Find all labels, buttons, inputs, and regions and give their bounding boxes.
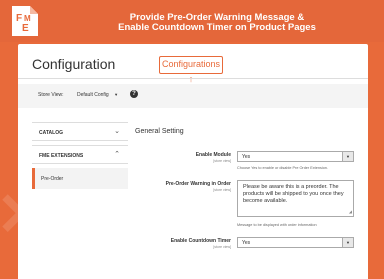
page-title: Configuration	[32, 56, 116, 72]
resize-handle-icon[interactable]: ◢	[349, 208, 352, 215]
banner-title: Provide Pre-Order Warning Message & Enab…	[60, 13, 374, 33]
field-label-text: Enable Module	[195, 152, 231, 158]
svg-text:E: E	[22, 23, 29, 34]
store-view-value: Default Config	[77, 92, 109, 98]
select-value: Yes	[242, 154, 251, 160]
enable-module-label: Enable Module [store view]	[136, 152, 231, 163]
scope-note: [store view]	[213, 188, 231, 192]
scope-note: [store view]	[213, 159, 231, 163]
scope-note: [store view]	[213, 245, 231, 249]
select-value: Yes	[242, 240, 251, 246]
help-icon[interactable]: ?	[130, 90, 138, 98]
section-title: General Setting	[135, 128, 184, 135]
field-label-text: Enable Countdown Timer	[170, 238, 231, 244]
divider	[18, 78, 368, 79]
sidebar-item-label: FME EXTENSIONS	[39, 153, 84, 159]
fme-logo: F E M	[12, 6, 38, 36]
store-view-select[interactable]: Default Config ▼	[73, 90, 122, 100]
sidebar-item-fme-extensions[interactable]: FME EXTENSIONS ⌃	[32, 145, 128, 164]
enable-module-hint: Choose Yes to enable or disable Pre Orde…	[237, 166, 328, 170]
configurations-callout: Configurations ↑	[159, 56, 223, 84]
countdown-select[interactable]: Yes ▼	[237, 237, 354, 248]
sidebar-item-label: CATALOG	[39, 130, 63, 136]
svg-text:M: M	[24, 14, 31, 23]
field-label-text: Pre-Order Warning in Order	[165, 181, 231, 187]
textarea-value: Please be aware this is a preorder. The …	[243, 184, 344, 204]
store-view-label: Store View:	[38, 92, 64, 98]
caret-down-icon: ▼	[114, 92, 119, 97]
sidebar-item-pre-order[interactable]: Pre-Order	[32, 168, 128, 189]
warning-hint: Message to be displayed with order infor…	[237, 223, 317, 227]
countdown-label: Enable Countdown Timer [store view]	[136, 238, 231, 249]
scope-switcher-row: Store View: Default Config ▼ ?	[18, 84, 368, 108]
warning-textarea[interactable]: Please be aware this is a preorder. The …	[237, 180, 354, 217]
warning-label: Pre-Order Warning in Order [store view]	[136, 181, 231, 192]
banner-title-line2: Enable Countdown Timer on Product Pages	[118, 22, 316, 33]
config-sidebar: CATALOG ⌄ FME EXTENSIONS ⌃ Pre-Order	[32, 122, 128, 189]
enable-module-select[interactable]: Yes ▼	[237, 151, 354, 162]
banner: F E M Provide Pre-Order Warning Message …	[0, 0, 384, 42]
sidebar-sub-label: Pre-Order	[41, 176, 64, 182]
caret-down-icon: ▼	[342, 238, 353, 247]
chevron-down-icon: ⌄	[114, 128, 120, 135]
caret-down-icon: ▼	[342, 152, 353, 161]
chevron-up-icon: ⌃	[114, 151, 120, 158]
sidebar-item-catalog[interactable]: CATALOG ⌄	[32, 122, 128, 141]
